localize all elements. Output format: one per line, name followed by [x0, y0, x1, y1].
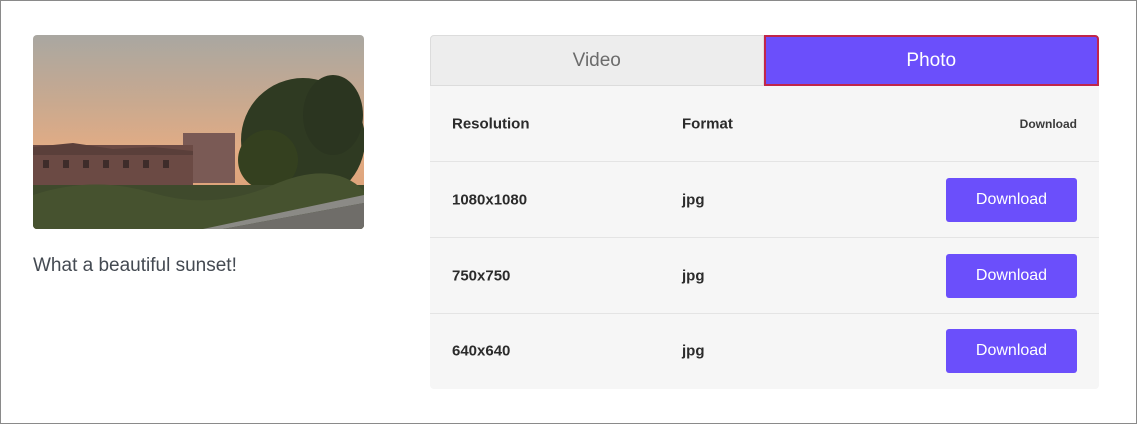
download-button[interactable]: Download [946, 253, 1077, 298]
row-resolution: 640x640 [452, 342, 511, 360]
row-format: jpg [682, 267, 705, 284]
tab-video[interactable]: Video [430, 35, 764, 86]
table-row: 1080x1080 jpg Download [430, 162, 1099, 238]
download-table: Resolution Format Download 1080x1080 jpg… [430, 86, 1099, 388]
row-format: jpg [682, 191, 705, 208]
table-row: 640x640 jpg Download [430, 314, 1099, 388]
media-type-tabs: Video Photo [430, 35, 1099, 86]
row-format: jpg [682, 342, 705, 360]
download-button[interactable]: Download [946, 329, 1077, 373]
header-resolution: Resolution [452, 115, 530, 132]
row-resolution: 1080x1080 [452, 191, 528, 208]
header-format: Format [682, 115, 733, 132]
tab-photo[interactable]: Photo [763, 35, 1099, 86]
download-button[interactable]: Download [946, 177, 1077, 222]
page-frame: What a beautiful sunset! Video Photo Res… [0, 0, 1137, 424]
row-resolution: 750x750 [452, 267, 511, 284]
download-panel: Video Photo Resolution Format Download 1… [430, 35, 1099, 389]
header-download: Download [1019, 116, 1077, 131]
sunset-image [33, 35, 364, 229]
sunset-photo [33, 35, 364, 229]
table-header-row: Resolution Format Download [430, 86, 1099, 162]
table-row: 750x750 jpg Download [430, 238, 1099, 314]
media-caption: What a beautiful sunset! [33, 255, 237, 276]
